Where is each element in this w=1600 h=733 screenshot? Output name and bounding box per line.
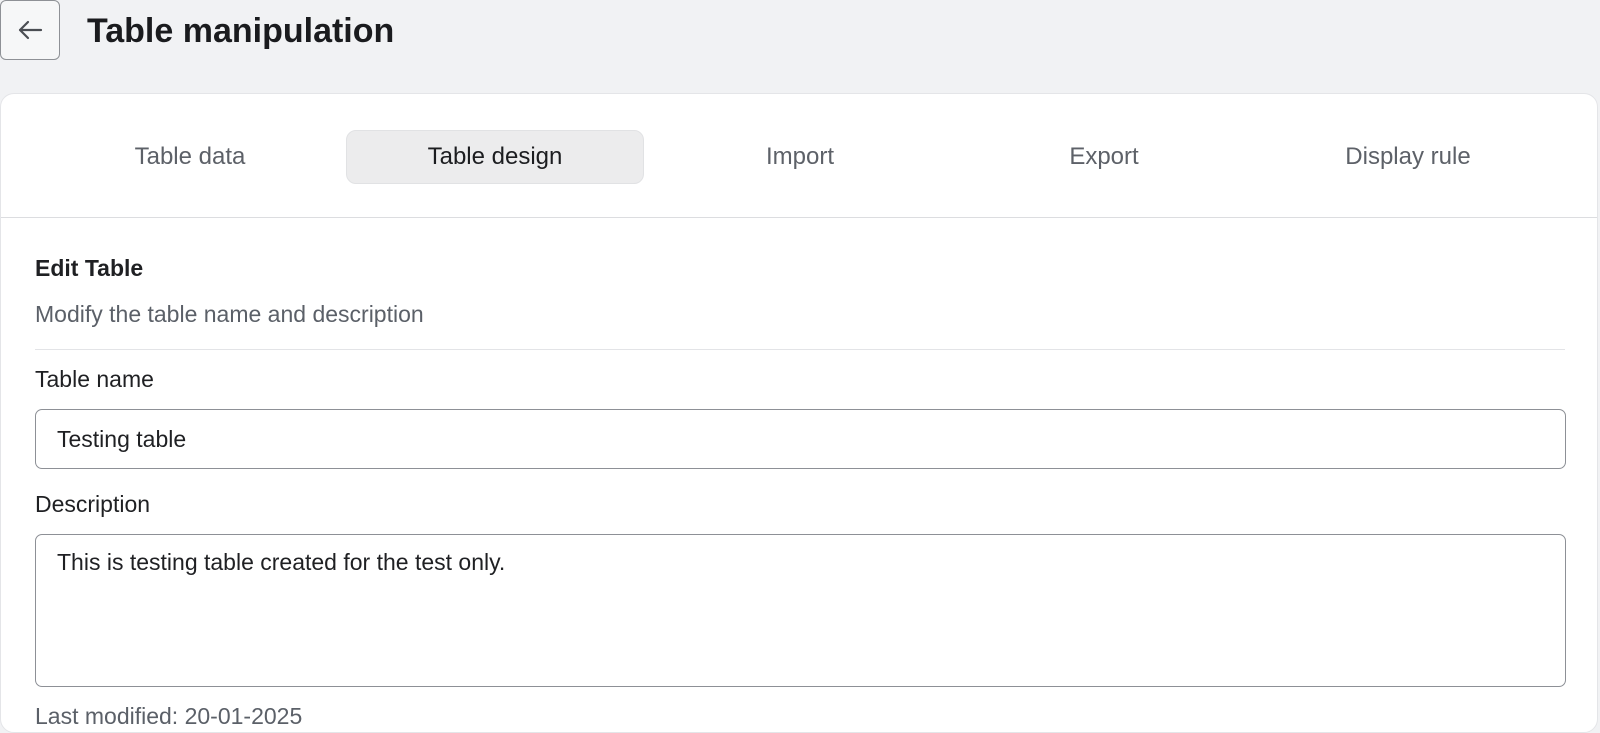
tab-import[interactable]: Import: [651, 130, 949, 184]
last-modified-text: Last modified: 20-01-2025: [35, 703, 303, 729]
back-button[interactable]: [0, 0, 60, 60]
tab-display-rule[interactable]: Display rule: [1259, 130, 1557, 184]
section-divider: [35, 349, 1565, 350]
tab-table-design[interactable]: Table design: [346, 130, 644, 184]
table-name-label: Table name: [35, 366, 154, 392]
table-name-input[interactable]: [35, 409, 1566, 469]
description-label: Description: [35, 491, 151, 517]
section-title: Edit Table: [35, 255, 144, 281]
tab-table-data[interactable]: Table data: [41, 130, 339, 184]
arrow-left-icon: [17, 20, 43, 40]
section-subtitle: Modify the table name and description: [35, 301, 424, 327]
tab-bar: Table data Table design Import Export Di…: [1, 94, 1597, 218]
page-title: Table manipulation: [87, 12, 395, 50]
content-card: Table data Table design Import Export Di…: [0, 93, 1598, 733]
tab-export[interactable]: Export: [955, 130, 1253, 184]
description-textarea[interactable]: This is testing table created for the te…: [35, 534, 1566, 687]
